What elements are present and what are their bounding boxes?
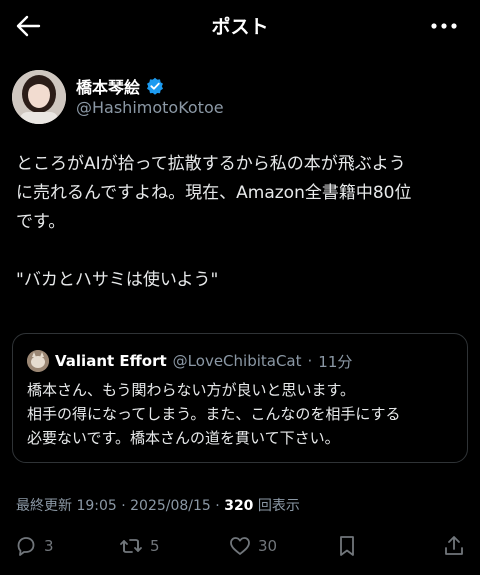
quote-line: 橋本さん、もう関わらない方が良いと思います。 <box>27 381 356 399</box>
action-bar: 3 5 30 <box>0 528 480 564</box>
reply-icon <box>17 537 35 556</box>
views-label: 回表示 <box>253 498 300 514</box>
quote-line: 必要ないです。橋本さんの道を貫いて下さい。 <box>27 429 340 447</box>
view-count[interactable]: 320 <box>224 498 253 514</box>
author-name[interactable]: 橋本琴絵 <box>76 74 140 98</box>
like-button[interactable]: 30 <box>228 528 277 564</box>
more-button[interactable] <box>428 14 460 38</box>
bookmark-button[interactable] <box>336 528 358 564</box>
verified-badge-icon <box>147 77 164 95</box>
share-button[interactable] <box>442 528 466 564</box>
more-horizontal-icon <box>431 23 457 29</box>
repost-button[interactable]: 5 <box>118 528 160 564</box>
top-bar: ポスト <box>0 0 480 52</box>
reply-count: 3 <box>44 537 54 555</box>
share-icon <box>445 536 463 555</box>
post-line: ところがAIが拾って拡散するから私の本が飛ぶよう <box>16 154 406 174</box>
quote-separator: · <box>307 352 313 370</box>
quote-text: 橋本さん、もう関わらない方が良いと思います。 相手の得になってしまう。また、こん… <box>27 378 457 450</box>
author-block: 橋本琴絵 @HashimotoKotoe <box>12 70 472 126</box>
quote-avatar <box>27 350 49 372</box>
heart-icon <box>230 537 250 555</box>
post-text: ところがAIが拾って拡散するから私の本が飛ぶよう に売れるんですよね。現在、Am… <box>16 150 468 295</box>
quote-line: 相手の得になってしまう。また、こんなのを相手にする <box>27 405 401 423</box>
post-meta: 最終更新 19:05 · 2025/08/15 · 320 回表示 <box>16 495 300 515</box>
page-title: ポスト <box>211 16 269 38</box>
author-handle[interactable]: @HashimotoKotoe <box>76 98 224 117</box>
quote-author-name: Valiant Effort <box>55 352 167 370</box>
timestamp: 最終更新 19:05 · 2025/08/15 · <box>16 498 225 514</box>
reply-button[interactable]: 3 <box>14 528 54 564</box>
like-count: 30 <box>258 537 278 555</box>
quoted-post[interactable]: Valiant Effort @LoveChibitaCat · 11分 橋本さ… <box>12 333 468 463</box>
quote-author-handle: @LoveChibitaCat <box>172 352 302 370</box>
avatar[interactable] <box>12 70 66 124</box>
repost-count: 5 <box>150 537 160 555</box>
post-line: "バカとハサミは使いよう" <box>16 270 219 290</box>
post-line: に売れるんですよね。現在、Amazon全書籍中80位 <box>16 183 412 203</box>
bookmark-icon <box>340 536 354 556</box>
post-line: です。 <box>16 212 66 232</box>
quote-timestamp: 11分 <box>318 352 353 371</box>
repost-icon <box>120 539 142 553</box>
